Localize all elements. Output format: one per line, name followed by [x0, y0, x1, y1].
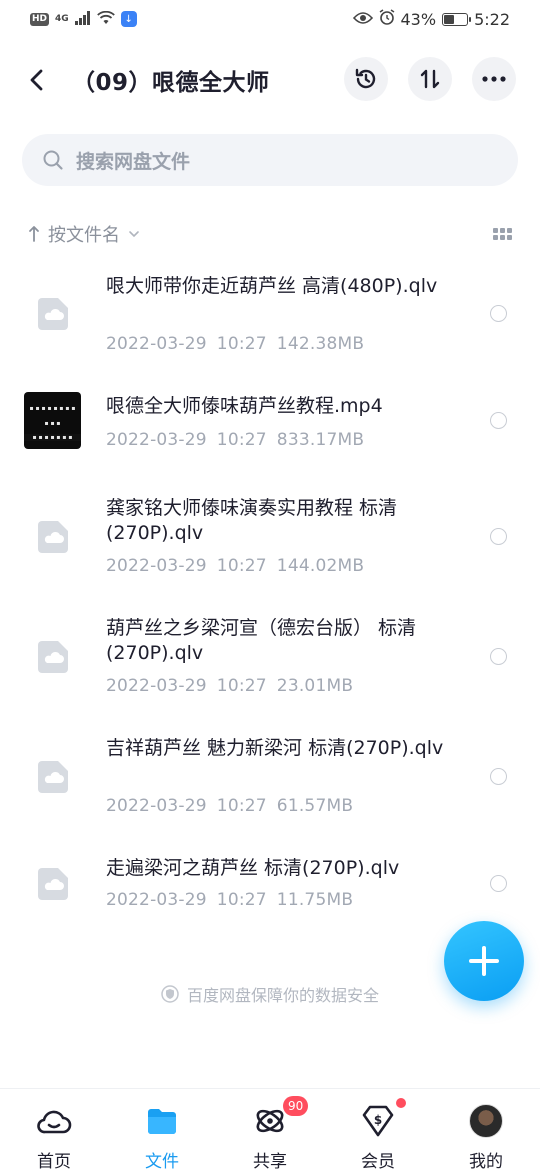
app-notification-icon: ↓ — [120, 11, 137, 27]
shield-icon — [161, 985, 179, 1003]
file-meta: 2022-03-29 10:27 61.57MB — [106, 796, 354, 816]
sort-arrows-icon — [420, 69, 440, 89]
svg-text:$: $ — [374, 1113, 382, 1127]
sort-by-name-button[interactable]: 按文件名 — [28, 221, 140, 247]
network-indicator: 4G — [55, 14, 69, 24]
video-thumbnail: ▪ ▪ ▪ ▪ ▪ ▪ ▪ ▪ ▪ ▪ ▪ ▪ ▪ ▪ ▪ ▪ ▪ ▪ — [24, 392, 81, 449]
share-badge: 90 — [283, 1096, 309, 1116]
select-checkbox[interactable] — [490, 305, 507, 322]
file-cloud-icon — [38, 641, 68, 673]
nav-files-label: 文件 — [145, 1152, 179, 1170]
history-button[interactable] — [344, 57, 388, 101]
select-checkbox[interactable] — [490, 528, 507, 545]
page-title: （09）哏德全大师 — [72, 70, 270, 96]
vip-notification-dot — [396, 1098, 406, 1108]
sort-bar: 按文件名 — [28, 218, 512, 250]
battery-percent: 43% — [400, 9, 437, 29]
vip-diamond-icon: $ — [362, 1105, 394, 1137]
file-cloud-icon — [38, 298, 68, 330]
file-meta: 2022-03-29 10:27 23.01MB — [106, 676, 354, 696]
status-bar: HD 4G ↓ 43% 5:22 — [0, 0, 540, 38]
select-checkbox[interactable] — [490, 648, 507, 665]
file-row[interactable]: 吉祥葫芦丝 魅力新梁河 标清(270P).qlv 2022-03-29 10:27… — [0, 726, 540, 841]
file-row[interactable]: 葫芦丝之乡梁河宣（德宏台版） 标清(270P).qlv 2022-03-29 10… — [0, 606, 540, 721]
sort-label: 按文件名 — [48, 225, 120, 246]
home-cloud-icon — [37, 1110, 72, 1134]
nav-mine[interactable]: 我的 — [432, 1089, 540, 1170]
back-arrow-icon — [30, 69, 43, 91]
sort-order-button[interactable] — [408, 57, 452, 101]
share-orbit-icon — [256, 1109, 284, 1133]
select-checkbox[interactable] — [490, 412, 507, 429]
more-button[interactable] — [472, 57, 516, 101]
file-meta: 2022-03-29 10:27 142.38MB — [106, 334, 365, 354]
nav-mine-label: 我的 — [469, 1152, 503, 1170]
signal-icon — [74, 10, 91, 29]
chevron-down-icon — [129, 231, 139, 238]
clock-time: 5:22 — [474, 9, 510, 29]
file-name: 葫芦丝之乡梁河宣（德宏台版） 标清(270P).qlv — [106, 617, 417, 664]
file-meta: 2022-03-29 10:27 833.17MB — [106, 430, 365, 450]
history-icon — [355, 68, 376, 89]
sort-up-arrow-icon — [29, 226, 39, 242]
file-row[interactable]: 龚家铭大师傣味演奏实用教程 标清(270P).qlv 2022-03-29 10:… — [0, 486, 540, 601]
file-name: 吉祥葫芦丝 魅力新梁河 标清(270P).qlv — [106, 737, 444, 759]
nav-share-label: 共享 — [253, 1152, 287, 1170]
nav-home[interactable]: 首页 — [0, 1089, 108, 1170]
select-checkbox[interactable] — [490, 768, 507, 785]
file-cloud-icon — [38, 868, 68, 900]
top-bar: （09）哏德全大师 — [0, 50, 540, 110]
search-input[interactable]: 搜索网盘文件 — [22, 134, 518, 186]
file-name: 哏德全大师傣味葫芦丝教程.mp4 — [106, 395, 383, 417]
security-note-text: 百度网盘保障你的数据安全 — [186, 986, 379, 1005]
file-name: 哏大师带你走近葫芦丝 高清(480P).qlv — [106, 275, 438, 297]
nav-share[interactable]: 共享 — [216, 1089, 324, 1170]
alarm-icon — [379, 9, 395, 29]
select-checkbox[interactable] — [490, 875, 507, 892]
file-name: 走遍梁河之葫芦丝 标清(270P).qlv — [106, 857, 400, 879]
file-row[interactable]: 哏大师带你走近葫芦丝 高清(480P).qlv 2022-03-29 10:27 1… — [0, 260, 540, 370]
grid-view-icon — [493, 228, 498, 233]
back-button[interactable] — [24, 64, 48, 96]
search-placeholder: 搜索网盘文件 — [76, 150, 191, 173]
bottom-nav: 首页 文件 共享 $ 会员 我的 — [0, 1088, 540, 1170]
more-dots-icon — [482, 76, 506, 82]
grid-view-button[interactable] — [493, 228, 512, 240]
file-meta: 2022-03-29 10:27 11.75MB — [106, 890, 354, 910]
file-cloud-icon — [38, 761, 68, 793]
file-name: 龚家铭大师傣味演奏实用教程 标清(270P).qlv — [106, 497, 398, 544]
avatar — [469, 1104, 503, 1138]
search-icon — [43, 150, 63, 170]
file-meta: 2022-03-29 10:27 144.02MB — [106, 556, 365, 576]
nav-files[interactable]: 文件 — [108, 1089, 216, 1170]
hd-indicator: HD — [30, 12, 50, 26]
plus-icon — [469, 946, 499, 976]
add-button[interactable] — [444, 921, 524, 1001]
file-row[interactable]: ▪ ▪ ▪ ▪ ▪ ▪ ▪ ▪ ▪ ▪ ▪ ▪ ▪ ▪ ▪ ▪ ▪ ▪ 哏德全大… — [0, 378, 540, 478]
folder-icon — [148, 1109, 176, 1134]
eye-icon — [352, 10, 373, 29]
nav-home-label: 首页 — [37, 1152, 71, 1170]
file-cloud-icon — [38, 521, 68, 553]
wifi-icon — [96, 10, 115, 29]
battery-icon — [442, 12, 472, 26]
nav-vip-label: 会员 — [361, 1152, 395, 1170]
nav-vip[interactable]: $ 会员 — [324, 1089, 432, 1170]
